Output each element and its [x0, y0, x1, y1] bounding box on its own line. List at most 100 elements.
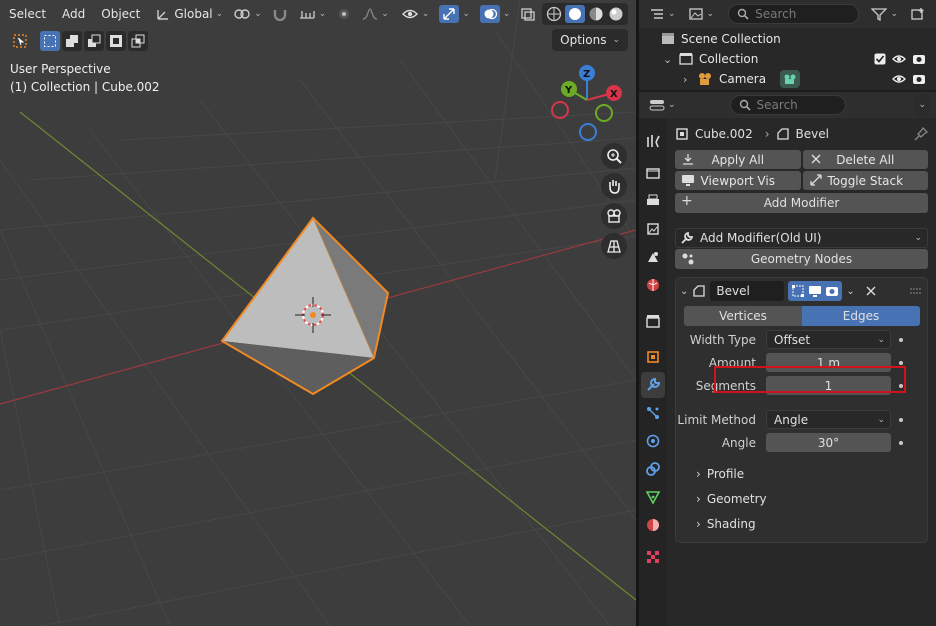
menu-object[interactable]: Object: [94, 3, 147, 25]
3d-viewport[interactable]: Z Y X Select Add Object Global ⌄ ⌄ ⌄ ⌄ ⌄…: [0, 0, 636, 626]
camera-render-icon[interactable]: [825, 284, 839, 298]
rendered-shading-icon[interactable]: [607, 5, 625, 23]
solid-shading-button[interactable]: [565, 5, 586, 23]
monitor-icon[interactable]: [808, 284, 822, 298]
select-subtract-mode[interactable]: [84, 31, 104, 51]
tab-render[interactable]: [641, 160, 665, 186]
properties-options-dropdown[interactable]: ⌄: [914, 94, 930, 116]
angle-field[interactable]: 30°: [766, 433, 891, 452]
select-extend-mode[interactable]: [62, 31, 82, 51]
editmode-icon[interactable]: [791, 284, 805, 298]
overlays-toggle[interactable]: ⌄: [476, 3, 515, 25]
new-collection-button[interactable]: [906, 3, 930, 25]
animate-dot-icon[interactable]: [899, 417, 903, 422]
angle-label: Angle: [721, 435, 756, 450]
shading-subpanel[interactable]: › Shading: [676, 512, 927, 536]
transform-orientation-dropdown[interactable]: Global ⌄: [151, 3, 227, 25]
tab-collection[interactable]: [641, 308, 665, 334]
camera-data-icon[interactable]: [780, 70, 801, 88]
tab-view-layer[interactable]: [641, 216, 665, 242]
toggle-stack-button[interactable]: Toggle Stack: [802, 171, 928, 190]
tab-tool[interactable]: [641, 128, 665, 154]
camera-render-icon[interactable]: [912, 73, 926, 85]
options-dropdown[interactable]: Options ⌄: [552, 29, 628, 51]
properties-editor-type[interactable]: ⌄: [645, 94, 680, 116]
apply-all-button[interactable]: Apply All: [675, 150, 801, 169]
tab-output[interactable]: [641, 188, 665, 214]
add-modifier-old-dropdown[interactable]: Add Modifier(Old UI) ⌄: [675, 228, 928, 248]
limit-method-dropdown[interactable]: Angle ⌄: [766, 410, 891, 429]
collapse-chevron-icon[interactable]: ⌄: [680, 286, 688, 297]
delete-all-label: Delete All: [836, 152, 895, 167]
outliner-row-camera[interactable]: › Camera: [639, 69, 936, 89]
tab-texture[interactable]: [641, 544, 665, 570]
snap-toggle[interactable]: [268, 3, 292, 25]
navigation-gizmo[interactable]: Z Y X: [551, 65, 622, 141]
properties-search-input[interactable]: Search: [729, 95, 846, 115]
wireframe-shading-icon[interactable]: [545, 5, 563, 23]
eye-icon[interactable]: [892, 53, 906, 65]
profile-subpanel[interactable]: › Profile: [676, 462, 927, 486]
animate-dot-icon[interactable]: [899, 383, 903, 388]
add-modifier-button[interactable]: + Add Modifier: [675, 193, 928, 213]
orientation-icon: [157, 10, 169, 20]
geometry-nodes-button[interactable]: Geometry Nodes: [675, 249, 928, 269]
tab-modifiers[interactable]: [641, 372, 665, 398]
modifier-extras-dropdown[interactable]: ⌄: [846, 286, 854, 297]
pivot-point-dropdown[interactable]: ⌄: [229, 3, 266, 25]
outliner-search-input[interactable]: Search: [728, 4, 860, 24]
eye-icon[interactable]: [892, 73, 906, 85]
filter-dropdown[interactable]: ⌄: [867, 3, 902, 25]
proportional-icon: [339, 9, 350, 19]
affect-edges-tab[interactable]: Edges: [802, 306, 920, 326]
geometry-subpanel[interactable]: › Geometry: [676, 487, 927, 511]
gizmo-toggle[interactable]: ⌄: [435, 3, 474, 25]
affect-vertices-tab[interactable]: Vertices: [684, 306, 802, 326]
camera-view-button[interactable]: [601, 203, 627, 229]
animate-dot-icon[interactable]: [899, 337, 903, 342]
tab-particles[interactable]: [641, 400, 665, 426]
collapse-chevron-icon[interactable]: ⌄: [663, 53, 675, 66]
segments-field[interactable]: 1: [766, 376, 891, 395]
close-icon[interactable]: [865, 285, 877, 297]
pyramid-object[interactable]: [220, 216, 390, 396]
modifier-name-field[interactable]: Bevel: [710, 281, 785, 301]
outliner-editor-type[interactable]: ⌄: [645, 3, 680, 25]
snap-target-dropdown[interactable]: ⌄: [294, 3, 331, 25]
camera-render-icon[interactable]: [912, 53, 926, 65]
select-intersect-mode[interactable]: [128, 31, 148, 51]
animate-dot-icon[interactable]: [899, 360, 903, 365]
tab-scene[interactable]: [641, 244, 665, 270]
xray-toggle[interactable]: [516, 3, 540, 25]
visibility-dropdown[interactable]: ⌄: [397, 3, 434, 25]
outliner-row-scene-collection[interactable]: Scene Collection: [639, 29, 936, 49]
checkbox-icon[interactable]: [874, 53, 886, 65]
animate-dot-icon[interactable]: [899, 440, 903, 445]
falloff-dropdown[interactable]: ⌄: [358, 3, 393, 25]
tool-select-button[interactable]: [10, 31, 30, 51]
pan-button[interactable]: [601, 173, 627, 199]
outliner-row-collection[interactable]: ⌄ Collection: [639, 49, 936, 69]
zoom-button[interactable]: [601, 143, 627, 169]
tab-world[interactable]: [641, 272, 665, 298]
viewport-vis-button[interactable]: Viewport Vis: [675, 171, 801, 190]
material-shading-icon[interactable]: [587, 5, 605, 23]
pin-icon[interactable]: [914, 127, 928, 141]
tab-object[interactable]: [641, 344, 665, 370]
expand-chevron-icon[interactable]: ›: [683, 73, 695, 86]
menu-add[interactable]: Add: [55, 3, 92, 25]
tab-physics[interactable]: [641, 428, 665, 454]
select-invert-mode[interactable]: [106, 31, 126, 51]
menu-select[interactable]: Select: [2, 3, 53, 25]
delete-all-button[interactable]: Delete All: [802, 150, 928, 169]
tab-data[interactable]: [641, 484, 665, 510]
drag-handle-icon[interactable]: [909, 287, 923, 295]
tab-material[interactable]: [641, 512, 665, 538]
select-new-mode[interactable]: [40, 31, 60, 51]
tab-constraints[interactable]: [641, 456, 665, 482]
ortho-toggle-button[interactable]: [601, 233, 627, 259]
display-mode-dropdown[interactable]: ⌄: [684, 3, 719, 25]
proportional-edit-toggle[interactable]: [332, 3, 356, 25]
width-type-dropdown[interactable]: Offset ⌄: [766, 330, 891, 349]
amount-field[interactable]: 1 m: [766, 353, 891, 372]
